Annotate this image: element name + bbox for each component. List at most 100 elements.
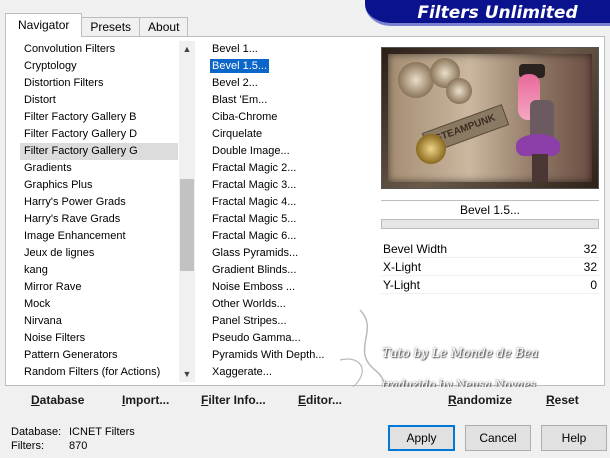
- filter-item-label: Ciba-Chrome: [212, 111, 278, 123]
- category-item[interactable]: Distortion Filters: [20, 75, 178, 92]
- category-item[interactable]: Convolution Filters: [20, 41, 178, 58]
- param-name: Bevel Width: [383, 242, 448, 256]
- filter-item-label: Fractal Magic 6...: [212, 230, 297, 242]
- help-button[interactable]: Help: [541, 425, 607, 451]
- filter-item[interactable]: Cirquelate: [208, 126, 378, 143]
- filter-item[interactable]: Glass Pyramids...: [208, 245, 378, 262]
- param-value: 32: [583, 242, 597, 256]
- tab-presets[interactable]: Presets: [81, 17, 141, 37]
- category-list: Convolution Filters Cryptology Distortion …: [20, 41, 178, 381]
- filter-item[interactable]: Bevel 1.5...: [208, 58, 378, 75]
- filter-item-label: Fractal Magic 5...: [212, 213, 297, 225]
- filter-item[interactable]: Fractal Magic 3...: [208, 177, 378, 194]
- filter-item-label: Noise Emboss ...: [212, 281, 296, 293]
- filter-item[interactable]: Fractal Magic 5...: [208, 211, 378, 228]
- category-item[interactable]: Filter Factory Gallery B: [20, 109, 178, 126]
- filter-item-label: Double Image...: [212, 145, 290, 157]
- category-item[interactable]: Pattern Generators: [20, 347, 178, 364]
- param-name: Y-Light: [383, 278, 420, 292]
- param-value: 0: [590, 278, 597, 292]
- filter-item[interactable]: Pseudo Gamma...: [208, 330, 378, 347]
- category-item[interactable]: Random Filters (for Actions): [20, 364, 178, 381]
- filter-item[interactable]: Panel Stripes...: [208, 313, 378, 330]
- category-item[interactable]: Noise Filters: [20, 330, 178, 347]
- filter-item-label: Gradient Blinds...: [212, 264, 297, 276]
- filter-item[interactable]: Pyramids With Depth...: [208, 347, 378, 364]
- filter-item-label: Bevel 1...: [212, 43, 258, 55]
- filter-item-label: Fractal Magic 3...: [212, 179, 297, 191]
- category-item[interactable]: Graphics Plus: [20, 177, 178, 194]
- filter-item[interactable]: Blast 'Em...: [208, 92, 378, 109]
- param-row-x-light[interactable]: X-Light 32: [381, 258, 599, 276]
- filter-item[interactable]: Bevel 2...: [208, 75, 378, 92]
- parameter-list: Bevel Width 32 X-Light 32 Y-Light 0: [381, 240, 599, 294]
- filter-item-label: Bevel 1.5...: [210, 59, 270, 73]
- filter-item[interactable]: Noise Emboss ...: [208, 279, 378, 296]
- database-info: Database: ICNET Filters Filters: 870: [11, 425, 135, 453]
- category-item[interactable]: Nirvana: [20, 313, 178, 330]
- filter-item[interactable]: Fractal Magic 6...: [208, 228, 378, 245]
- filter-info-button[interactable]: Filter Info...: [201, 390, 266, 410]
- apply-button[interactable]: Apply: [388, 425, 455, 451]
- filter-item[interactable]: Xaggerate...: [208, 364, 378, 381]
- category-item[interactable]: Mirror Rave: [20, 279, 178, 296]
- database-button[interactable]: Database: [31, 390, 84, 410]
- filter-item-label: Blast 'Em...: [212, 94, 268, 106]
- tab-strip: Navigator Presets About: [5, 13, 189, 37]
- tab-about[interactable]: About: [139, 17, 189, 37]
- filter-item[interactable]: Gradient Blinds...: [208, 262, 378, 279]
- preview-progress-bar: [381, 219, 599, 229]
- scroll-down-icon[interactable]: ▼: [179, 366, 195, 382]
- filter-item[interactable]: Fractal Magic 4...: [208, 194, 378, 211]
- param-name: X-Light: [383, 260, 422, 274]
- scroll-thumb[interactable]: [180, 179, 194, 271]
- preview-image: STEAMPUNK: [381, 47, 599, 189]
- scroll-up-icon[interactable]: ▲: [179, 41, 195, 57]
- category-item[interactable]: Image Enhancement: [20, 228, 178, 245]
- filter-item-label: Panel Stripes...: [212, 315, 287, 327]
- filter-item-label: Bevel 2...: [212, 77, 258, 89]
- cancel-button[interactable]: Cancel: [465, 425, 531, 451]
- category-item[interactable]: Mock: [20, 296, 178, 313]
- filter-item[interactable]: Ciba-Chrome: [208, 109, 378, 126]
- filter-item[interactable]: Other Worlds...: [208, 296, 378, 313]
- tab-navigator[interactable]: Navigator: [5, 13, 83, 37]
- category-item[interactable]: Jeux de lignes: [20, 245, 178, 262]
- category-item[interactable]: Harry's Rave Grads: [20, 211, 178, 228]
- rose-decoration: [398, 62, 434, 98]
- filter-item-label: Fractal Magic 4...: [212, 196, 297, 208]
- editor-button[interactable]: Editor...: [298, 390, 342, 410]
- category-item[interactable]: Harry's Power Grads: [20, 194, 178, 211]
- filter-list: Bevel 1... Bevel 1.5... Bevel 2... Blast 'E…: [208, 41, 378, 381]
- category-item[interactable]: kang: [20, 262, 178, 279]
- filter-item-label: Other Worlds...: [212, 298, 286, 310]
- brand-banner: Filters Unlimited: [365, 0, 610, 26]
- preview-caption: Bevel 1.5...: [459, 203, 521, 217]
- category-item[interactable]: Distort: [20, 92, 178, 109]
- filter-item[interactable]: Double Image...: [208, 143, 378, 160]
- preview-artwork: STEAMPUNK: [388, 54, 592, 182]
- filter-item-label: Pseudo Gamma...: [212, 332, 301, 344]
- filter-item[interactable]: Bevel 1...: [208, 41, 378, 58]
- randomize-button[interactable]: Randomize: [448, 390, 512, 410]
- filter-item-label: Xaggerate...: [212, 366, 272, 378]
- skirt-figure: [516, 134, 560, 156]
- database-value: ICNET Filters: [69, 426, 135, 438]
- category-item[interactable]: Filter Factory Gallery G: [20, 143, 178, 160]
- category-item[interactable]: Filter Factory Gallery D: [20, 126, 178, 143]
- legs-figure: [532, 154, 548, 182]
- param-value: 32: [583, 260, 597, 274]
- filter-item[interactable]: Fractal Magic 2...: [208, 160, 378, 177]
- import-button[interactable]: Import...: [122, 390, 169, 410]
- gear-icon: [416, 134, 446, 164]
- category-scrollbar[interactable]: ▲ ▼: [179, 41, 195, 382]
- database-label: Database:: [11, 426, 62, 438]
- param-row-bevel-width[interactable]: Bevel Width 32: [381, 240, 599, 258]
- reset-button[interactable]: Reset: [546, 390, 579, 410]
- filter-item-label: Glass Pyramids...: [212, 247, 299, 259]
- filters-label: Filters:: [11, 440, 44, 452]
- category-item[interactable]: Gradients: [20, 160, 178, 177]
- category-item[interactable]: Cryptology: [20, 58, 178, 75]
- action-toolbar: Database Import... Filter Info... Editor…: [5, 387, 605, 413]
- param-row-y-light[interactable]: Y-Light 0: [381, 276, 599, 294]
